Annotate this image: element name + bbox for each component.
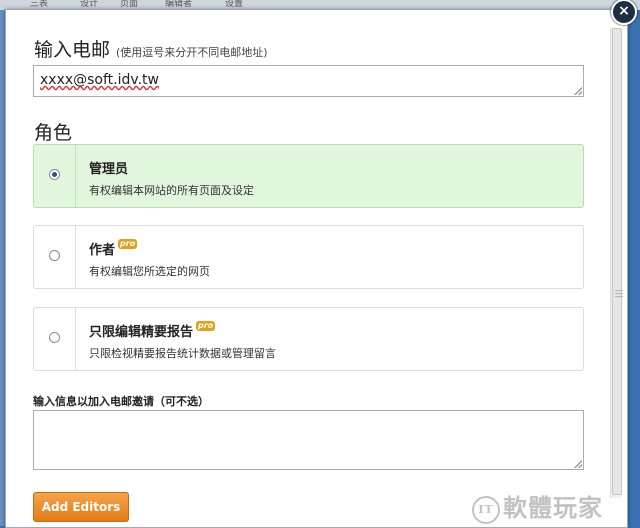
vertical-scrollbar[interactable]: ― ― ― — [610, 28, 623, 498]
role-description: 有权编辑本网站的所有页面及设定 — [89, 184, 254, 197]
background-tab: 三表 — [30, 0, 49, 8]
radio-button-author[interactable] — [49, 250, 60, 261]
role-option-reports[interactable]: 只限编辑精要报告 pro 只限检视精要报告统计数据或管理留言 — [33, 307, 584, 371]
role-title: 只限编辑精要报告 pro — [89, 321, 216, 340]
email-input-value: xxxx@soft.idv.tw — [40, 72, 159, 88]
close-icon[interactable]: × — [611, 0, 637, 25]
watermark: IT 軟體玩家 — [472, 488, 603, 524]
role-title-text: 只限编辑精要报告 — [89, 325, 194, 340]
watermark-logo-icon: IT — [472, 495, 500, 524]
email-input[interactable]: xxxx@soft.idv.tw — [33, 65, 584, 97]
email-heading-text: 输入电邮 — [34, 39, 111, 61]
background-tab: 编辑者 — [165, 0, 193, 8]
role-description: 只限检视精要报告统计数据或管理留言 — [89, 347, 276, 360]
radio-cell — [34, 308, 76, 370]
role-description: 有权编辑您所选定的网页 — [89, 265, 210, 278]
pro-badge-icon: pro — [118, 239, 138, 249]
watermark-text: 軟體玩家 — [503, 493, 603, 522]
background-tab: 页面 — [120, 0, 139, 8]
invite-message-label: 输入信息以加入电邮邀请（可不选） — [33, 395, 209, 408]
role-title-text: 管理员 — [89, 162, 129, 177]
scrollbar-thumb[interactable]: ― ― ― — [612, 28, 623, 495]
role-option-author[interactable]: 作者 pro 有权编辑您所选定的网页 — [33, 225, 584, 289]
scroll-grip-icon: ― ― ― — [615, 286, 623, 301]
role-title-text: 作者 — [89, 243, 116, 258]
background-tab: 设计 — [80, 0, 99, 8]
radio-cell — [34, 145, 76, 207]
radio-button-reports[interactable] — [49, 332, 60, 343]
radio-button-admin[interactable] — [49, 169, 60, 180]
add-editors-dialog: 输入电邮 (使用逗号来分开不同电邮地址) xxxx@soft.idv.tw 角色 … — [5, 9, 628, 528]
email-hint: (使用逗号来分开不同电邮地址) — [116, 46, 268, 59]
role-heading: 角色 — [34, 122, 73, 144]
role-title: 作者 pro — [89, 239, 138, 258]
radio-cell — [34, 226, 76, 288]
background-tab: 设置 — [225, 0, 244, 8]
invite-message-input[interactable] — [33, 410, 584, 470]
resize-handle-icon[interactable] — [574, 87, 582, 95]
role-title: 管理员 — [89, 158, 128, 177]
pro-badge-icon: pro — [196, 321, 216, 331]
role-option-admin[interactable]: 管理员 有权编辑本网站的所有页面及设定 — [33, 144, 584, 208]
email-heading: 输入电邮 (使用逗号来分开不同电邮地址) — [34, 35, 268, 62]
add-editors-button[interactable]: Add Editors — [33, 492, 129, 522]
resize-handle-icon[interactable] — [574, 460, 582, 468]
